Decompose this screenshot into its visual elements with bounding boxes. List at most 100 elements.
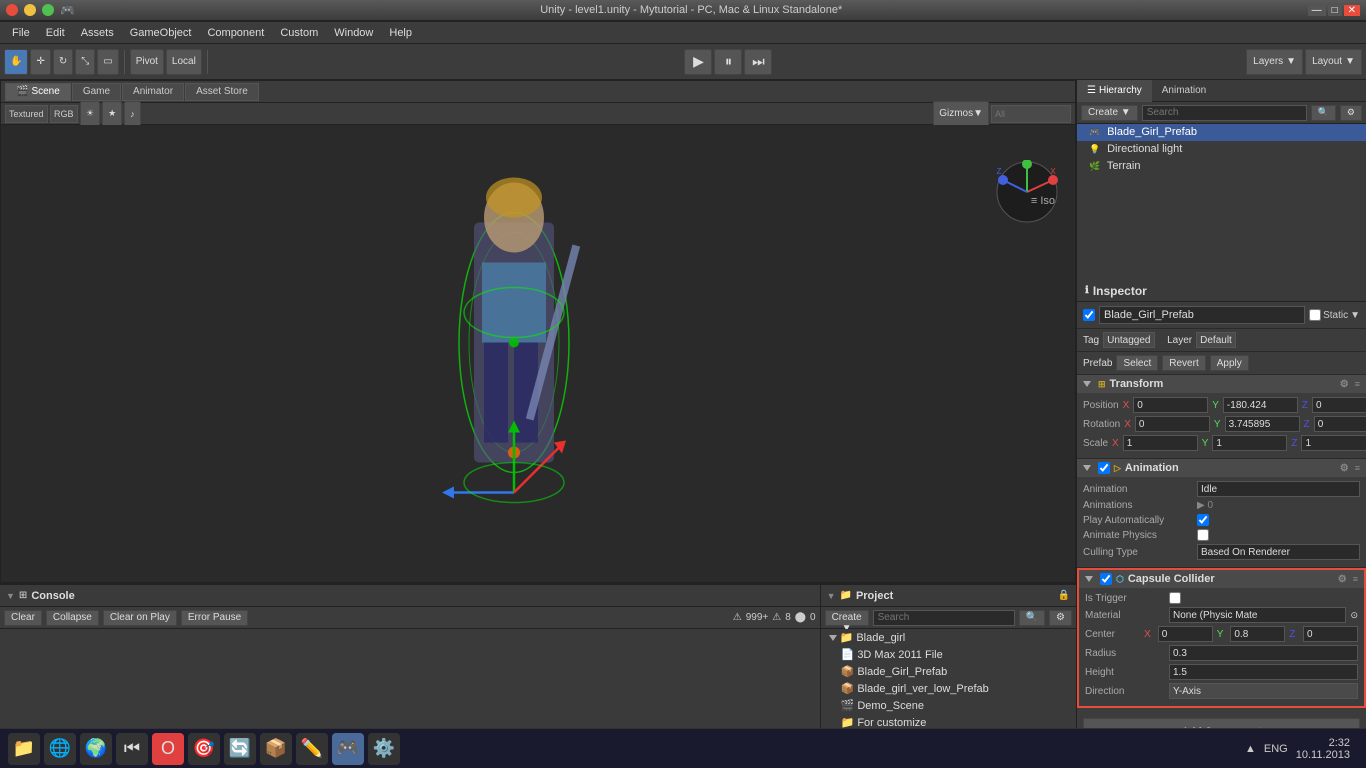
scene-search-input[interactable] <box>991 105 1071 123</box>
rotation-x-input[interactable] <box>1135 416 1210 432</box>
height-input[interactable] <box>1169 664 1358 680</box>
animation-enabled-toggle[interactable] <box>1098 462 1110 474</box>
culling-type-select[interactable]: Based On Renderer <box>1197 544 1360 560</box>
layers-dropdown[interactable]: Layers ▼ <box>1246 49 1303 75</box>
menu-help[interactable]: Help <box>381 25 420 41</box>
prefab-apply-button[interactable]: Apply <box>1210 355 1249 371</box>
hierarchy-settings-button[interactable]: ⚙ <box>1340 105 1362 121</box>
position-x-input[interactable] <box>1133 397 1208 413</box>
taskbar-icon-media[interactable]: ⏮ <box>116 733 148 765</box>
taskbar-icon-game[interactable]: 🎮 <box>332 733 364 765</box>
scale-z-input[interactable] <box>1301 435 1366 451</box>
animation-settings-icon[interactable]: ≡ <box>1355 463 1360 473</box>
tab-asset-store[interactable]: Asset Store <box>185 83 259 101</box>
tab-animator[interactable]: Animator <box>122 83 184 101</box>
step-button[interactable]: ⏭ <box>744 49 772 75</box>
list-item[interactable]: 📦 Blade_girl_ver_low_Prefab <box>821 680 1076 697</box>
tab-animation[interactable]: Animation <box>1152 80 1216 102</box>
transform-gear-icon[interactable]: ⚙ <box>1340 379 1349 390</box>
direction-select[interactable]: Y-Axis <box>1169 683 1358 699</box>
console-collapse-button[interactable]: Collapse <box>46 610 99 626</box>
gizmos-button[interactable]: Gizmos ▼ <box>933 101 989 127</box>
taskbar-icon-target[interactable]: 🎯 <box>188 733 220 765</box>
play-button[interactable]: ▶ <box>684 49 712 75</box>
maximize-window-btn[interactable] <box>42 4 54 16</box>
center-z-input[interactable] <box>1303 626 1358 642</box>
object-active-toggle[interactable] <box>1083 309 1095 321</box>
tag-select[interactable]: Untagged <box>1103 332 1155 348</box>
scale-y-input[interactable] <box>1212 435 1287 451</box>
menu-window[interactable]: Window <box>326 25 381 41</box>
move-tool-button[interactable]: ✛ <box>30 49 50 75</box>
hierarchy-item-terrain[interactable]: 🌿 Terrain <box>1077 158 1366 175</box>
win-minimize-button[interactable]: — <box>1308 5 1326 16</box>
console-clear-on-play-button[interactable]: Clear on Play <box>103 610 177 626</box>
hierarchy-create-button[interactable]: Create ▼ <box>1081 105 1138 121</box>
hierarchy-search-input[interactable] <box>1142 105 1307 121</box>
project-settings-button[interactable]: ⚙ <box>1049 610 1072 626</box>
list-item[interactable]: 📄 3D Max 2011 File <box>821 646 1076 663</box>
hierarchy-search-button[interactable]: 🔍 <box>1311 105 1336 121</box>
taskbar-icon-settings[interactable]: ⚙️ <box>368 733 400 765</box>
taskbar-icon-opera[interactable]: O <box>152 733 184 765</box>
project-create-button[interactable]: Create ▼ <box>825 610 869 626</box>
static-toggle[interactable] <box>1309 309 1321 321</box>
object-name-input[interactable] <box>1099 306 1305 324</box>
project-lock-icon[interactable]: 🔒 <box>1058 590 1070 601</box>
menu-file[interactable]: File <box>4 25 38 41</box>
transform-settings-icon[interactable]: ≡ <box>1355 379 1360 389</box>
collider-gear-icon[interactable]: ⚙ <box>1338 574 1347 585</box>
radius-input[interactable] <box>1169 645 1358 661</box>
hierarchy-item-blade-girl-prefab[interactable]: 🎮 Blade_Girl_Prefab <box>1077 124 1366 141</box>
tab-scene[interactable]: 🎬 Scene <box>5 83 71 101</box>
collider-settings-icon[interactable]: ≡ <box>1353 574 1358 584</box>
minimize-window-btn[interactable] <box>24 4 36 16</box>
project-search-input[interactable] <box>873 610 1015 626</box>
rotation-z-input[interactable] <box>1314 416 1366 432</box>
animate-physics-toggle[interactable] <box>1197 529 1209 541</box>
tab-hierarchy[interactable]: ☰ Hierarchy <box>1077 80 1152 102</box>
fx-toggle-button[interactable]: ★ <box>102 101 122 127</box>
tab-game[interactable]: Game <box>72 83 121 101</box>
rotation-y-input[interactable] <box>1225 416 1300 432</box>
taskbar-icon-box[interactable]: 📦 <box>260 733 292 765</box>
animation-header[interactable]: ▷ Animation ⚙ ≡ <box>1077 459 1366 477</box>
menu-assets[interactable]: Assets <box>73 25 122 41</box>
console-clear-button[interactable]: Clear <box>4 610 42 626</box>
material-input[interactable] <box>1169 607 1346 623</box>
is-trigger-toggle[interactable] <box>1169 592 1181 604</box>
scene-viewport[interactable]: X Y Z ≡ Iso <box>1 125 1075 582</box>
project-item-blade-girl[interactable]: 📁 Blade_girl <box>821 629 1076 646</box>
transform-header[interactable]: ⊞ Transform ⚙ ≡ <box>1077 375 1366 393</box>
layer-select[interactable]: Default <box>1196 332 1236 348</box>
list-item[interactable]: 📦 Blade_Girl_Prefab <box>821 663 1076 680</box>
lighting-toggle-button[interactable]: ☀ <box>80 101 100 127</box>
taskbar-icon-browser[interactable]: 🌐 <box>44 733 76 765</box>
project-search-button[interactable]: 🔍 <box>1019 610 1045 626</box>
taskbar-hide-icon[interactable]: ▲ <box>1245 743 1256 755</box>
pivot-toggle-button[interactable]: Pivot <box>130 49 164 75</box>
menu-gameobject[interactable]: GameObject <box>122 25 200 41</box>
rotate-tool-button[interactable]: ↻ <box>53 49 73 75</box>
win-maximize-button[interactable]: □ <box>1328 5 1342 16</box>
local-toggle-button[interactable]: Local <box>166 49 202 75</box>
hierarchy-item-directional-light[interactable]: 💡 Directional light <box>1077 141 1366 158</box>
audio-toggle-button[interactable]: ♪ <box>124 101 141 127</box>
taskbar-icon-edit[interactable]: ✏️ <box>296 733 328 765</box>
prefab-revert-button[interactable]: Revert <box>1162 355 1205 371</box>
console-error-pause-button[interactable]: Error Pause <box>181 610 248 626</box>
scale-x-input[interactable] <box>1123 435 1198 451</box>
center-x-input[interactable] <box>1158 626 1213 642</box>
animation-clip-input[interactable] <box>1197 481 1360 497</box>
position-z-input[interactable] <box>1312 397 1366 413</box>
scale-tool-button[interactable]: ⤡ <box>75 49 95 75</box>
taskbar-icon-files[interactable]: 📁 <box>8 733 40 765</box>
rect-tool-button[interactable]: ▭ <box>97 49 118 75</box>
menu-component[interactable]: Component <box>199 25 272 41</box>
static-dropdown-icon[interactable]: ▼ <box>1350 310 1360 321</box>
prefab-select-button[interactable]: Select <box>1116 355 1158 371</box>
win-close-button[interactable]: ✕ <box>1344 5 1360 16</box>
pause-button[interactable]: ⏸ <box>714 49 742 75</box>
menu-custom[interactable]: Custom <box>272 25 326 41</box>
color-mode-select[interactable]: RGB <box>50 105 78 123</box>
